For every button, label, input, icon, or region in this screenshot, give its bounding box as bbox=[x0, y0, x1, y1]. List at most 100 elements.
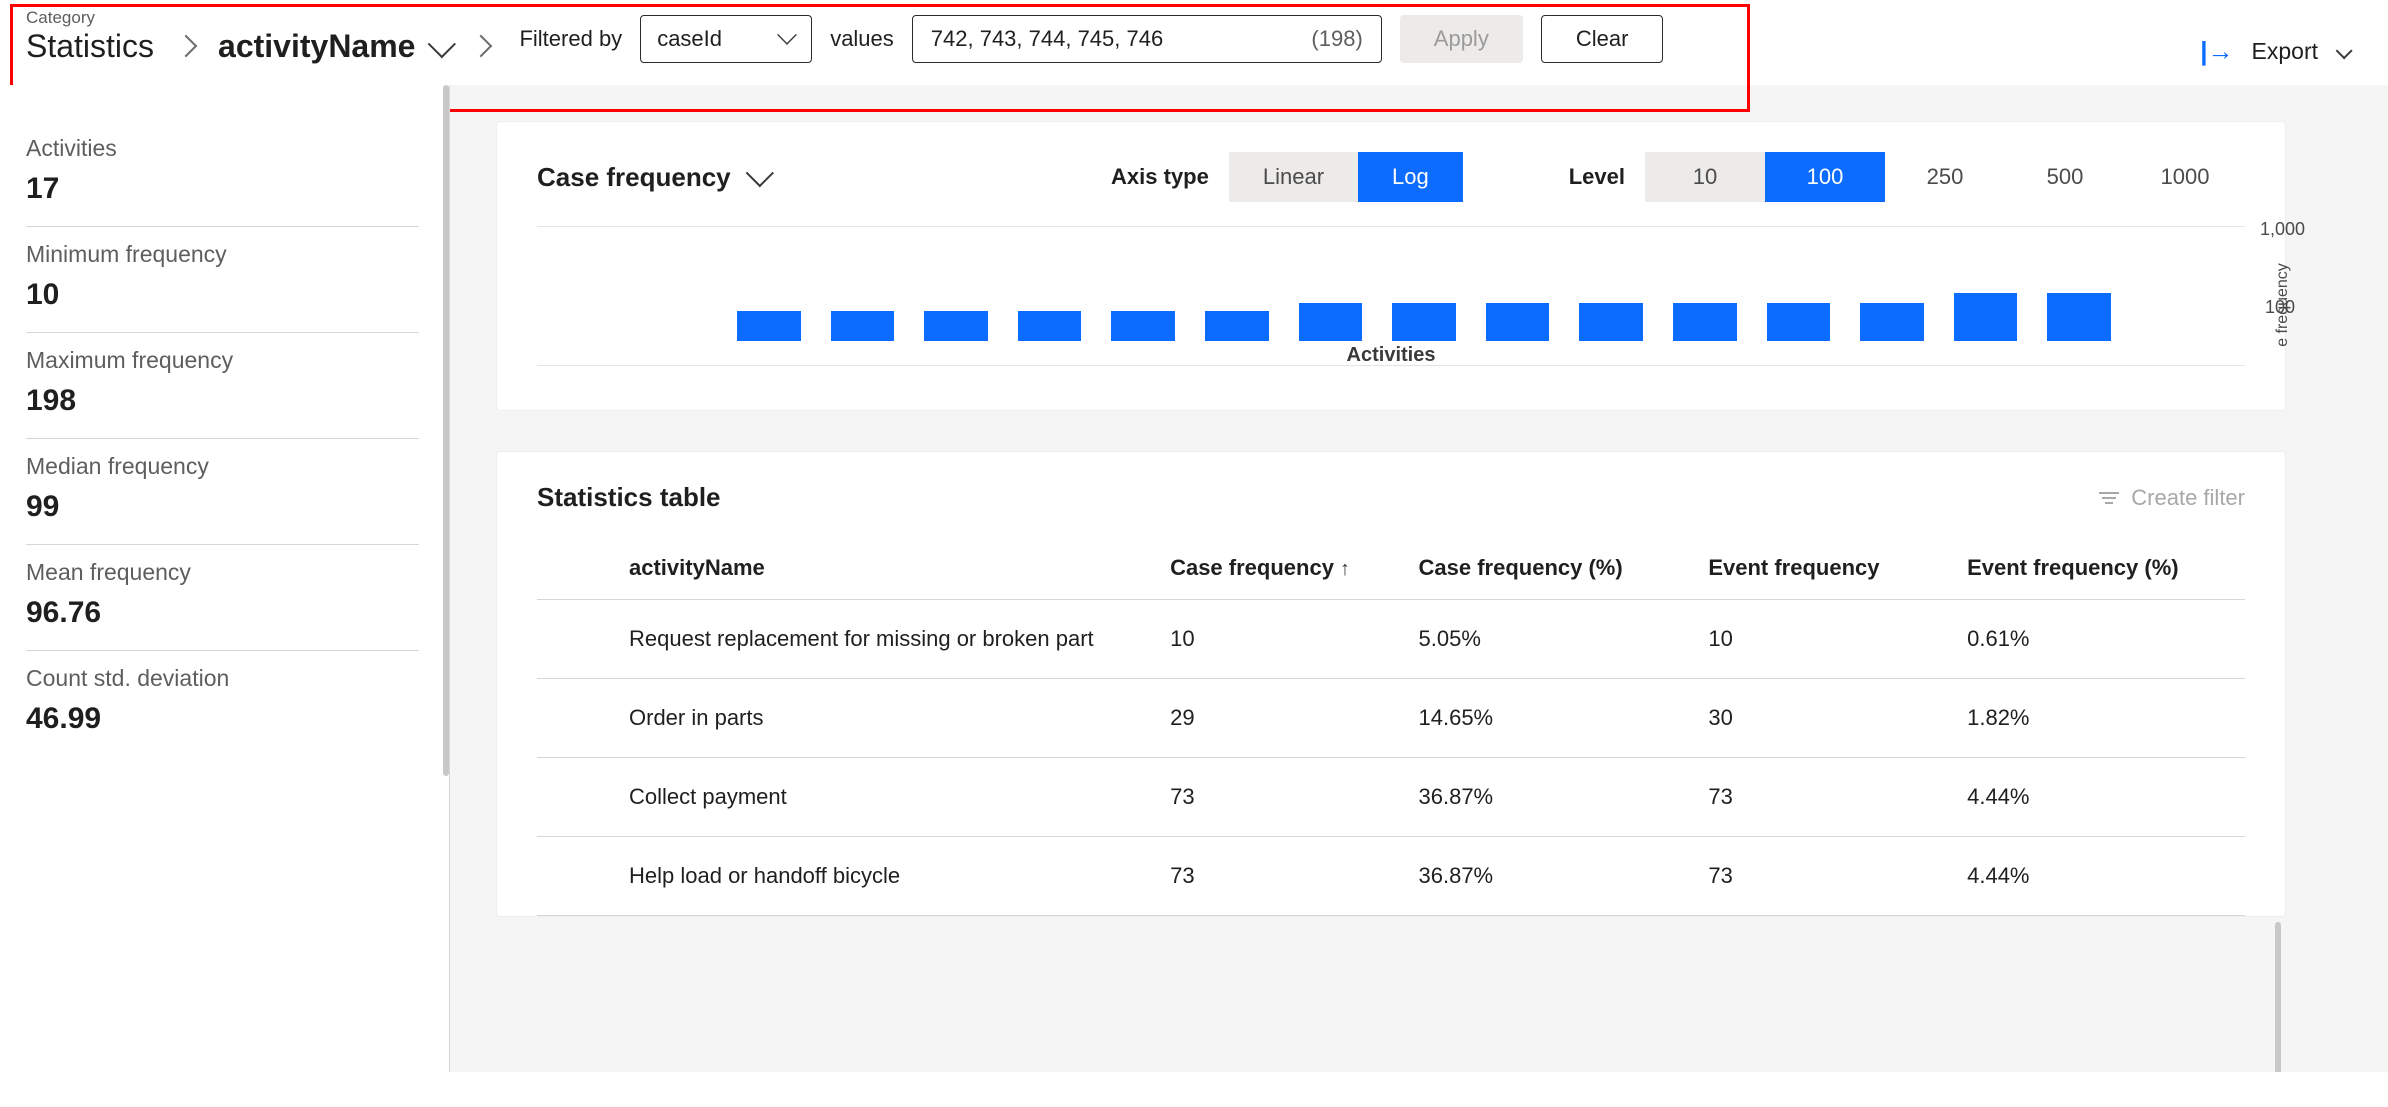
chart-title-dropdown[interactable]: Case frequency bbox=[537, 162, 767, 193]
values-text: 742, 743, 744, 745, 746 bbox=[931, 26, 1163, 52]
create-filter-label: Create filter bbox=[2131, 485, 2245, 511]
cell-event-frequency: 73 bbox=[1696, 837, 1955, 916]
chart-bar[interactable] bbox=[924, 311, 988, 341]
column-header[interactable]: Case frequency (%) bbox=[1407, 537, 1697, 600]
stat-item: Minimum frequency 10 bbox=[26, 227, 419, 333]
stat-label: Activities bbox=[26, 135, 419, 162]
export-label: Export bbox=[2252, 38, 2318, 65]
cell-activity-name: Order in parts bbox=[537, 679, 1158, 758]
stat-item: Median frequency 99 bbox=[26, 439, 419, 545]
filter-values-input[interactable]: 742, 743, 744, 745, 746 (198) bbox=[912, 15, 1382, 63]
cell-event-frequency: 30 bbox=[1696, 679, 1955, 758]
chevron-right-icon bbox=[178, 30, 194, 65]
chart-bar[interactable] bbox=[1486, 303, 1550, 341]
chart-bar[interactable] bbox=[1579, 303, 1643, 341]
cell-activity-name: Help load or handoff bicycle bbox=[537, 837, 1158, 916]
filter-icon bbox=[2099, 492, 2119, 504]
chart-bar[interactable] bbox=[1673, 303, 1737, 341]
chart-bar[interactable] bbox=[1860, 303, 1924, 341]
chart-bar[interactable] bbox=[1111, 311, 1175, 341]
stat-item: Maximum frequency 198 bbox=[26, 333, 419, 439]
chart-bar[interactable] bbox=[1205, 311, 1269, 341]
breadcrumb-category[interactable]: Category Statistics bbox=[26, 8, 154, 65]
category-value: Statistics bbox=[26, 28, 154, 65]
sidebar: Activities 17Minimum frequency 10Maximum… bbox=[0, 85, 450, 1072]
cell-case-frequency: 73 bbox=[1158, 837, 1406, 916]
export-button[interactable]: |→ Export bbox=[2200, 8, 2358, 67]
activity-name: activityName bbox=[218, 28, 415, 65]
stat-value: 10 bbox=[26, 278, 419, 312]
chart-bar[interactable] bbox=[737, 311, 801, 341]
export-icon: |→ bbox=[2200, 36, 2233, 67]
stat-value: 99 bbox=[26, 490, 419, 524]
statistics-table: activityNameCase frequency↑Case frequenc… bbox=[537, 537, 2245, 916]
cell-case-frequency-pct: 36.87% bbox=[1407, 758, 1697, 837]
stat-value: 17 bbox=[26, 172, 419, 206]
statistics-table-panel: Statistics table Create filter activityN… bbox=[496, 451, 2286, 917]
column-header[interactable]: activityName bbox=[537, 537, 1158, 600]
cell-case-frequency-pct: 14.65% bbox=[1407, 679, 1697, 758]
level-250-button[interactable]: 250 bbox=[1885, 152, 2005, 202]
table-row[interactable]: Request replacement for missing or broke… bbox=[537, 600, 2245, 679]
table-row[interactable]: Order in parts 29 14.65% 30 1.82% bbox=[537, 679, 2245, 758]
axis-type-linear-button[interactable]: Linear bbox=[1229, 152, 1358, 202]
axis-type-log-button[interactable]: Log bbox=[1358, 152, 1463, 202]
filter-field-value: caseId bbox=[657, 26, 722, 52]
body: Activities 17Minimum frequency 10Maximum… bbox=[0, 85, 2388, 1072]
stat-value: 198 bbox=[26, 384, 419, 418]
scrollbar[interactable] bbox=[443, 85, 449, 776]
scrollbar[interactable] bbox=[2275, 922, 2281, 1072]
cell-activity-name: Collect payment bbox=[537, 758, 1158, 837]
clear-button[interactable]: Clear bbox=[1541, 15, 1664, 63]
table-row[interactable]: Collect payment 73 36.87% 73 4.44% bbox=[537, 758, 2245, 837]
column-header[interactable]: Event frequency (%) bbox=[1955, 537, 2245, 600]
chart-bar[interactable] bbox=[1018, 311, 1082, 341]
cell-case-frequency: 29 bbox=[1158, 679, 1406, 758]
sort-asc-icon: ↑ bbox=[1340, 558, 1350, 580]
chart-panel-header: Case frequency Axis type LinearLog Level… bbox=[537, 152, 2245, 202]
cell-case-frequency-pct: 36.87% bbox=[1407, 837, 1697, 916]
breadcrumb-activity[interactable]: activityName bbox=[218, 28, 449, 65]
chart-bar[interactable] bbox=[1392, 303, 1456, 341]
chart-area: Activities 1,000 100 e frequency bbox=[537, 226, 2245, 366]
chevron-down-icon bbox=[778, 30, 792, 48]
stat-label: Minimum frequency bbox=[26, 241, 419, 268]
cell-case-frequency-pct: 5.05% bbox=[1407, 600, 1697, 679]
level-1000-button[interactable]: 1000 bbox=[2125, 152, 2245, 202]
stat-label: Mean frequency bbox=[26, 559, 419, 586]
level-500-button[interactable]: 500 bbox=[2005, 152, 2125, 202]
column-header[interactable]: Case frequency↑ bbox=[1158, 537, 1406, 600]
main-area: Case frequency Axis type LinearLog Level… bbox=[450, 85, 2388, 1072]
cell-event-frequency-pct: 0.61% bbox=[1955, 600, 2245, 679]
stat-item: Activities 17 bbox=[26, 121, 419, 227]
cell-event-frequency-pct: 4.44% bbox=[1955, 758, 2245, 837]
chart-bar[interactable] bbox=[2047, 293, 2111, 341]
chevron-down-icon bbox=[2336, 38, 2348, 65]
cell-event-frequency-pct: 4.44% bbox=[1955, 837, 2245, 916]
filtered-by-label: Filtered by bbox=[519, 26, 622, 52]
chart-panel: Case frequency Axis type LinearLog Level… bbox=[496, 121, 2286, 411]
axis-type-label: Axis type bbox=[1111, 164, 1209, 190]
apply-button[interactable]: Apply bbox=[1400, 15, 1523, 63]
cell-activity-name: Request replacement for missing or broke… bbox=[537, 600, 1158, 679]
level-100-button[interactable]: 100 bbox=[1765, 152, 1885, 202]
cell-event-frequency: 10 bbox=[1696, 600, 1955, 679]
top-bar: Category Statistics activityName Filtere… bbox=[0, 0, 2388, 85]
filter-field-select[interactable]: caseId bbox=[640, 15, 812, 63]
create-filter-button[interactable]: Create filter bbox=[2099, 485, 2245, 511]
stat-label: Median frequency bbox=[26, 453, 419, 480]
chart-bar[interactable] bbox=[1299, 303, 1363, 341]
chart-bar[interactable] bbox=[1767, 303, 1831, 341]
chart-bar[interactable] bbox=[831, 311, 895, 341]
filter-block: Filtered by caseId values 742, 743, 744,… bbox=[519, 15, 1663, 65]
column-header[interactable]: Event frequency bbox=[1696, 537, 1955, 600]
table-row[interactable]: Help load or handoff bicycle 73 36.87% 7… bbox=[537, 837, 2245, 916]
level-10-button[interactable]: 10 bbox=[1645, 152, 1765, 202]
category-label: Category bbox=[26, 8, 154, 28]
table-header-row: activityNameCase frequency↑Case frequenc… bbox=[537, 537, 2245, 600]
stat-value: 96.76 bbox=[26, 596, 419, 630]
chart-bar[interactable] bbox=[1954, 293, 2018, 341]
chart-y-tick: 1,000 bbox=[2260, 219, 2305, 240]
level-group: Level 101002505001000 bbox=[1569, 152, 2245, 202]
chart-x-label: Activities bbox=[1347, 344, 1436, 367]
